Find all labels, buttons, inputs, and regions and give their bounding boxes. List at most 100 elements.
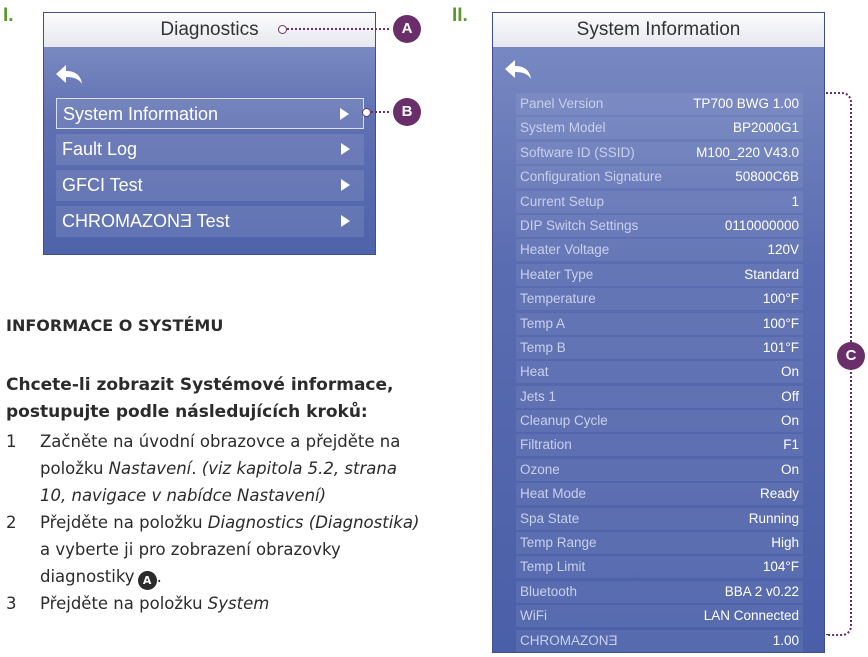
info-row: Heater Voltage 120V <box>516 239 803 262</box>
info-label: Current Setup <box>520 193 605 209</box>
info-row: WiFi LAN Connected <box>516 605 803 628</box>
callout-b: B <box>393 98 421 126</box>
diagnostics-title: Diagnostics <box>44 13 375 47</box>
menu-item-label: System Information <box>63 104 219 124</box>
step-3: 3 Přejděte na položku System <box>6 590 426 617</box>
system-info-list: Panel Version TP700 BWG 1.00 System Model B… <box>516 93 803 654</box>
callout-c: C <box>837 342 865 370</box>
section-label-one: I. <box>3 5 14 26</box>
section-label-two: II. <box>452 5 468 26</box>
step-text: a vyberte ji pro zobrazení obrazovky dia… <box>40 540 341 586</box>
play-arrow-icon <box>341 215 350 227</box>
info-row: Configuration Signature 50800C6B <box>516 166 803 189</box>
info-value: BP2000G1 <box>732 120 799 136</box>
callout-a-anchor <box>278 25 287 34</box>
info-label: WiFi <box>520 608 547 624</box>
callout-b-anchor <box>362 108 371 117</box>
info-value: Off <box>781 388 799 404</box>
info-value: 120V <box>767 242 799 258</box>
step-1: 1 Začněte na úvodní obrazovce a přejděte… <box>6 428 426 509</box>
info-value: 1.00 <box>772 632 799 648</box>
play-arrow-icon <box>341 179 350 191</box>
info-label: Temp Range <box>520 535 597 551</box>
intro-text: Chcete-li zobrazit Systémové informace, … <box>6 375 394 422</box>
info-label: Temperature <box>520 291 596 307</box>
step-number: 2 <box>6 513 17 532</box>
info-row: System Model BP2000G1 <box>516 117 803 140</box>
play-arrow-icon <box>340 108 349 120</box>
menu-item-gfci-test[interactable]: GFCI Test <box>56 170 364 201</box>
info-label: Heat Mode <box>520 486 587 502</box>
menu-item-label: Fault Log <box>62 139 138 159</box>
info-value: 100°F <box>762 315 799 331</box>
info-row: Panel Version TP700 BWG 1.00 <box>516 93 803 115</box>
info-row: Filtration F1 <box>516 434 803 457</box>
info-label: Temp B <box>520 339 566 355</box>
info-row: Temp B 101°F <box>516 336 803 359</box>
info-value: 0110000000 <box>724 217 799 233</box>
info-row: Temp Range High <box>516 532 803 555</box>
info-value: High <box>771 535 799 551</box>
menu-item-label: CHROMAZONƎ Test <box>62 211 230 231</box>
info-label: System Model <box>520 120 606 136</box>
info-value: BBA 2 v0.22 <box>724 583 799 599</box>
step-emphasis: Nastavení <box>108 459 192 478</box>
info-label: Bluetooth <box>520 583 578 599</box>
info-label: Panel Version <box>520 96 604 111</box>
info-value: On <box>780 364 799 380</box>
info-value: On <box>780 461 799 477</box>
info-label: Heater Voltage <box>520 242 610 258</box>
info-row: Heat On <box>516 361 803 384</box>
info-value: 100°F <box>762 291 799 307</box>
info-label: Filtration <box>520 437 572 453</box>
info-row: Current Setup 1 <box>516 190 803 213</box>
step-number: 3 <box>6 594 17 613</box>
back-arrow-icon[interactable] <box>54 63 84 85</box>
step-2: 2 Přejděte na položku Diagnostics (Diagn… <box>6 509 426 590</box>
info-value: LAN Connected <box>703 608 799 624</box>
callout-a: A <box>393 15 421 43</box>
menu-item-chromazone-test[interactable]: CHROMAZONƎ Test <box>56 206 364 237</box>
step-text: Přejděte na položku <box>40 594 208 613</box>
play-arrow-icon <box>341 143 350 155</box>
info-value: F1 <box>783 437 799 453</box>
info-row: Temp Limit 104°F <box>516 556 803 579</box>
back-arrow-icon[interactable] <box>503 58 533 80</box>
callout-a-leader <box>287 28 389 30</box>
info-label: Temp Limit <box>520 559 586 575</box>
diagnostics-screen: Diagnostics System Information Fault Log… <box>43 12 376 255</box>
menu-item-fault-log[interactable]: Fault Log <box>56 134 364 165</box>
step-emphasis: Diagnostics (Diagnostika) <box>207 513 420 532</box>
info-value: On <box>780 413 799 429</box>
info-label: Spa State <box>520 510 580 526</box>
step-number: 1 <box>6 432 17 451</box>
info-value: Ready <box>759 486 799 502</box>
info-value: 101°F <box>762 339 799 355</box>
section-heading: INFORMACE O SYSTÉMU <box>6 316 224 335</box>
system-information-screen: System Information Panel Version TP700 BW… <box>492 12 825 653</box>
steps-list: 1 Začněte na úvodní obrazovce a přejděte… <box>6 428 426 617</box>
step-text: . <box>156 567 162 586</box>
info-value: TP700 BWG 1.00 <box>693 96 799 111</box>
info-label: Heat <box>520 364 549 380</box>
info-row: Software ID (SSID) M100_220 V43.0 <box>516 141 803 164</box>
system-information-title: System Information <box>493 13 824 47</box>
info-label: DIP Switch Settings <box>520 217 639 233</box>
info-row: DIP Switch Settings 0110000000 <box>516 214 803 237</box>
step-emphasis: System <box>207 594 270 613</box>
info-row: Cleanup Cycle On <box>516 410 803 433</box>
info-label: Configuration Signature <box>520 169 662 185</box>
menu-item-system-information[interactable]: System Information <box>56 98 364 129</box>
info-label: Ozone <box>520 461 560 477</box>
info-row: Temp A 100°F <box>516 312 803 335</box>
callout-b-leader <box>371 111 389 113</box>
info-row: Bluetooth BBA 2 v0.22 <box>516 580 803 603</box>
info-label: Heater Type <box>520 266 594 282</box>
callout-a-inline: A <box>137 571 157 590</box>
info-label: Jets 1 <box>520 388 557 404</box>
info-row: Temperature 100°F <box>516 288 803 311</box>
info-row: Heat Mode Ready <box>516 483 803 506</box>
info-row: Jets 1 Off <box>516 385 803 408</box>
info-row: Spa State Running <box>516 507 803 530</box>
info-label: Temp A <box>520 315 566 331</box>
